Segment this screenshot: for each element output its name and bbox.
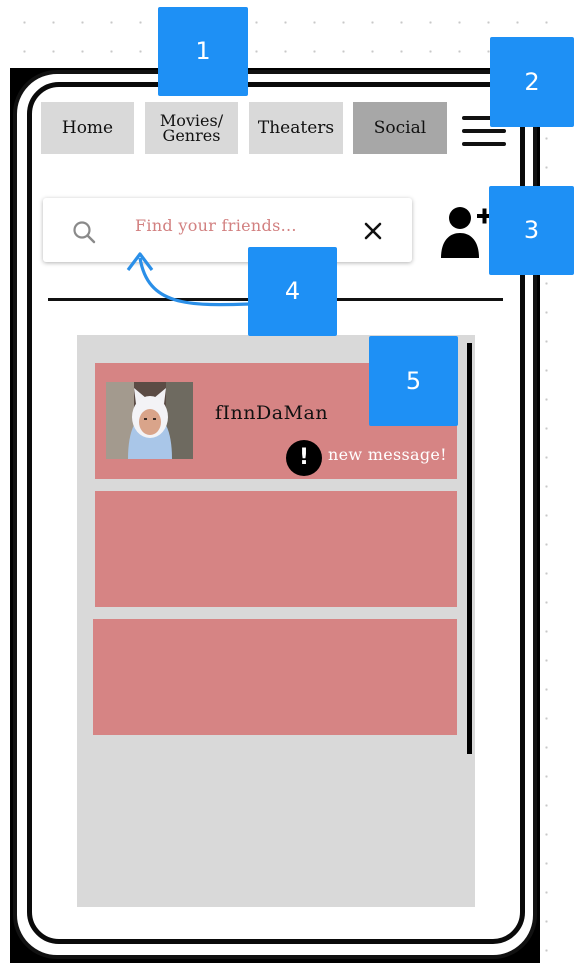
nav-home-button[interactable]: Home [41,102,134,154]
nav-social-label: Social [373,117,427,138]
nav-movies-genres-label: Movies/ Genres [160,113,223,145]
callout-4: 4 [248,247,337,336]
nav-movies-line2: Genres [162,126,221,145]
avatar-photo [106,382,193,459]
nav-movies-genres-button[interactable]: Movies/ Genres [145,102,238,154]
avatar [106,382,193,459]
friend-username: fInnDaMan [215,402,329,424]
callout-arrow [126,252,251,307]
exclamation-icon: ! [286,440,322,476]
new-message-label: new message! [328,445,447,464]
nav-social-button[interactable]: Social [353,102,447,154]
callout-2: 2 [490,37,574,127]
scrollbar[interactable] [467,343,472,754]
friend-card[interactable] [95,491,457,607]
nav-home-label: Home [61,117,114,138]
callout-5: 5 [369,336,458,426]
friend-card[interactable] [93,619,457,735]
nav-theaters-button[interactable]: Theaters [249,102,343,154]
search-icon [73,221,96,244]
nav-theaters-label: Theaters [257,117,335,138]
callout-1: 1 [158,7,248,96]
close-icon[interactable] [364,222,382,240]
callout-3: 3 [489,186,574,275]
add-user-icon[interactable] [440,204,492,258]
search-placeholder: Find your friends... [135,216,297,235]
